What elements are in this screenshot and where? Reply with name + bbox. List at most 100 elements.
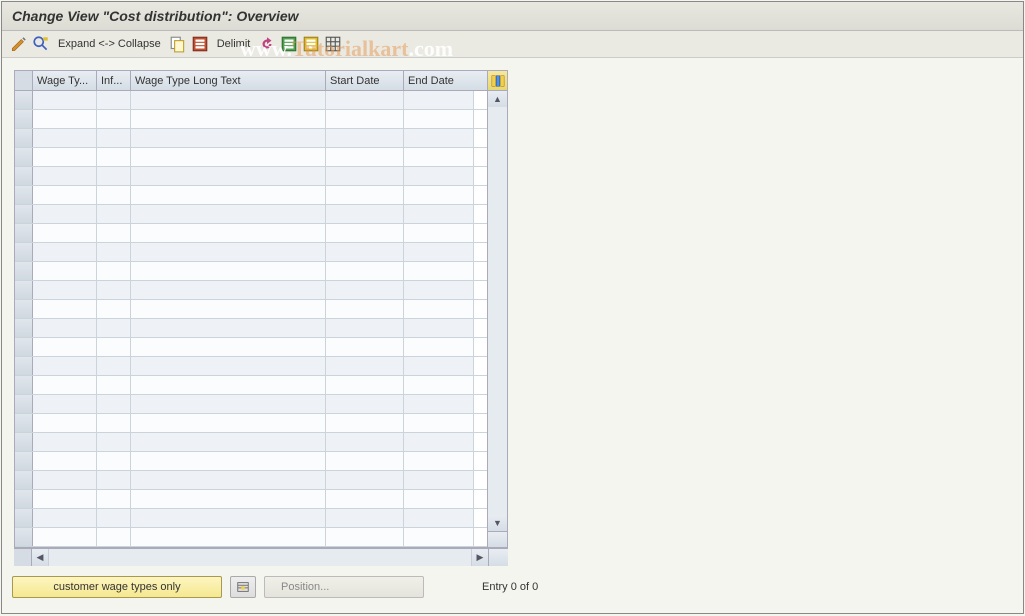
cell-long-text[interactable] [131,433,326,451]
delimit-button[interactable]: Delimit [213,38,255,50]
cell-infotype[interactable] [97,433,131,451]
cell-end-date[interactable] [404,224,474,242]
select-all-column[interactable] [15,71,33,90]
scroll-right-button[interactable]: ▶ [472,549,488,566]
cell-long-text[interactable] [131,452,326,470]
cell-infotype[interactable] [97,357,131,375]
cell-long-text[interactable] [131,186,326,204]
cell-long-text[interactable] [131,110,326,128]
cell-start-date[interactable] [326,490,404,508]
table-row[interactable] [15,243,487,262]
row-selector[interactable] [15,509,33,527]
cell-end-date[interactable] [404,433,474,451]
table-row[interactable] [15,471,487,490]
cell-start-date[interactable] [326,452,404,470]
position-icon-button[interactable] [230,576,256,598]
cell-start-date[interactable] [326,433,404,451]
table-row[interactable] [15,186,487,205]
vscroll-track[interactable] [488,107,507,515]
cell-wage-type[interactable] [33,376,97,394]
cell-start-date[interactable] [326,205,404,223]
cell-infotype[interactable] [97,148,131,166]
row-selector[interactable] [15,129,33,147]
cell-infotype[interactable] [97,376,131,394]
column-header-end-date[interactable]: End Date [404,71,474,90]
cell-infotype[interactable] [97,300,131,318]
row-selector[interactable] [15,452,33,470]
table-row[interactable] [15,433,487,452]
cell-end-date[interactable] [404,110,474,128]
cell-infotype[interactable] [97,490,131,508]
cell-end-date[interactable] [404,205,474,223]
cell-wage-type[interactable] [33,110,97,128]
cell-infotype[interactable] [97,262,131,280]
table-row[interactable] [15,262,487,281]
cell-long-text[interactable] [131,338,326,356]
cell-infotype[interactable] [97,528,131,546]
table-row[interactable] [15,509,487,528]
table-row[interactable] [15,338,487,357]
cell-infotype[interactable] [97,509,131,527]
cell-long-text[interactable] [131,129,326,147]
configure-columns-icon[interactable] [488,71,507,91]
select-block-icon[interactable] [280,35,298,53]
scroll-left-button[interactable]: ◀ [32,549,48,566]
cell-infotype[interactable] [97,338,131,356]
cell-infotype[interactable] [97,471,131,489]
undo-icon[interactable] [258,35,276,53]
cell-end-date[interactable] [404,148,474,166]
row-selector[interactable] [15,243,33,261]
row-selector[interactable] [15,376,33,394]
other-view-icon[interactable] [32,35,50,53]
cell-end-date[interactable] [404,471,474,489]
cell-end-date[interactable] [404,186,474,204]
cell-start-date[interactable] [326,509,404,527]
cell-start-date[interactable] [326,281,404,299]
cell-wage-type[interactable] [33,471,97,489]
cell-wage-type[interactable] [33,205,97,223]
table-row[interactable] [15,129,487,148]
cell-end-date[interactable] [404,319,474,337]
hscroll-track[interactable] [48,549,472,566]
cell-start-date[interactable] [326,243,404,261]
cell-infotype[interactable] [97,224,131,242]
cell-end-date[interactable] [404,91,474,109]
cell-infotype[interactable] [97,414,131,432]
cell-end-date[interactable] [404,281,474,299]
cell-start-date[interactable] [326,357,404,375]
cell-wage-type[interactable] [33,395,97,413]
cell-infotype[interactable] [97,319,131,337]
cell-wage-type[interactable] [33,452,97,470]
cell-wage-type[interactable] [33,433,97,451]
scroll-up-button[interactable]: ▲ [488,91,507,107]
cell-infotype[interactable] [97,281,131,299]
cell-wage-type[interactable] [33,300,97,318]
cell-long-text[interactable] [131,319,326,337]
cell-end-date[interactable] [404,528,474,546]
cell-wage-type[interactable] [33,338,97,356]
row-selector[interactable] [15,357,33,375]
cell-start-date[interactable] [326,338,404,356]
select-all-icon[interactable] [191,35,209,53]
cell-start-date[interactable] [326,110,404,128]
cell-long-text[interactable] [131,300,326,318]
cell-long-text[interactable] [131,471,326,489]
row-selector[interactable] [15,433,33,451]
row-selector[interactable] [15,471,33,489]
cell-long-text[interactable] [131,205,326,223]
cell-long-text[interactable] [131,509,326,527]
cell-long-text[interactable] [131,148,326,166]
cell-start-date[interactable] [326,129,404,147]
copy-icon[interactable] [169,35,187,53]
row-selector[interactable] [15,205,33,223]
cell-infotype[interactable] [97,186,131,204]
cell-infotype[interactable] [97,91,131,109]
table-row[interactable] [15,167,487,186]
cell-wage-type[interactable] [33,148,97,166]
cell-long-text[interactable] [131,528,326,546]
row-selector[interactable] [15,110,33,128]
deselect-all-icon[interactable] [302,35,320,53]
cell-start-date[interactable] [326,262,404,280]
cell-end-date[interactable] [404,262,474,280]
cell-start-date[interactable] [326,414,404,432]
